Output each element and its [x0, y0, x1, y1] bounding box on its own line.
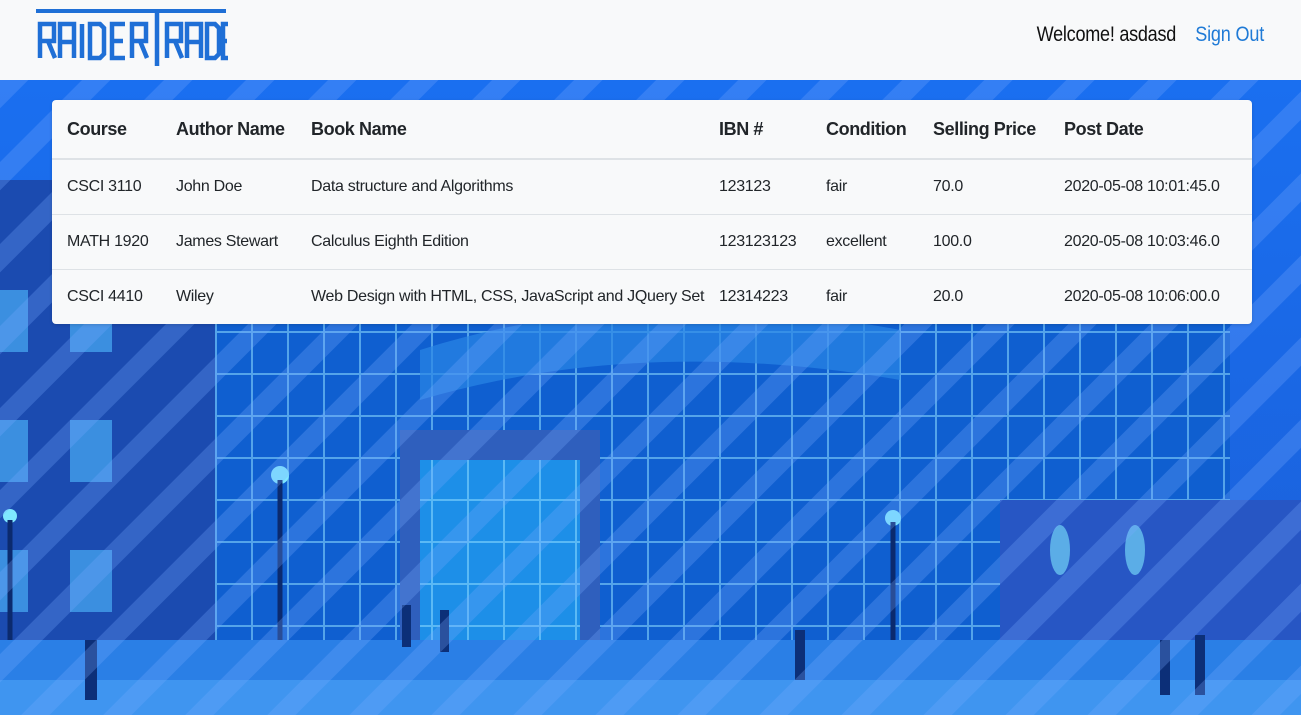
cell-course: MATH 1920 [52, 214, 161, 270]
table-header-row: Course Author Name Book Name IBN # Condi… [52, 100, 1252, 160]
cell-condition: fair [811, 269, 918, 324]
cell-ibn: 123123123 [704, 214, 811, 270]
cell-course: CSCI 3110 [67, 178, 142, 195]
user-nav: Welcome! asdasd Sign Out [1014, 20, 1265, 50]
cell-post-date: 2020-05-08 10:01:45.0 [1064, 178, 1220, 195]
listings-table-card: Course Author Name Book Name IBN # Condi… [52, 100, 1252, 324]
cell-book-name: Data structure and Algorithms [311, 178, 514, 195]
column-header-selling-price: Selling Price [918, 100, 1049, 160]
cell-book-name: Calculus Eighth Edition [296, 214, 704, 270]
sign-out-link[interactable]: Sign Out [1195, 23, 1264, 47]
column-header-ibn: IBN # [704, 100, 811, 160]
table-row: CSCI 4410 Wiley Web Design with HTML, CS… [52, 269, 1252, 324]
cell-post-date: 2020-05-08 10:03:46.0 [1049, 214, 1252, 270]
cell-author: Wiley [161, 269, 296, 324]
navbar: Welcome! asdasd Sign Out [0, 0, 1301, 80]
listings-table: Course Author Name Book Name IBN # Condi… [52, 100, 1252, 324]
logo-wordmark [36, 9, 228, 66]
table-row: MATH 1920 James Stewart Calculus Eighth … [52, 214, 1252, 270]
cell-author: John Doe [176, 178, 243, 195]
cell-author: James Stewart [161, 214, 296, 270]
cell-ibn: 12314223 [704, 269, 811, 324]
cell-course: CSCI 4410 [52, 269, 161, 324]
cell-condition: excellent [811, 214, 918, 270]
column-header-course: Course [52, 100, 161, 160]
raidertrade-logo[interactable] [36, 8, 228, 68]
column-header-post-date: Post Date [1049, 100, 1252, 160]
cell-selling-price: 20.0 [918, 269, 1049, 324]
cell-post-date: 2020-05-08 10:06:00.0 [1049, 269, 1252, 324]
table-row: CSCI 3110 John Doe Data structure and Al… [52, 159, 1252, 215]
cell-selling-price: 100.0 [918, 214, 1049, 270]
cell-ibn: 123123 [719, 178, 771, 195]
column-header-condition: Condition [811, 100, 918, 160]
cell-condition: fair [826, 178, 848, 195]
welcome-message: Welcome! asdasd [1036, 23, 1177, 46]
column-header-author: Author Name [161, 100, 296, 160]
cell-book-name: Web Design with HTML, CSS, JavaScript an… [296, 269, 704, 324]
column-header-book-name: Book Name [296, 100, 704, 160]
cell-selling-price: 70.0 [933, 178, 963, 195]
